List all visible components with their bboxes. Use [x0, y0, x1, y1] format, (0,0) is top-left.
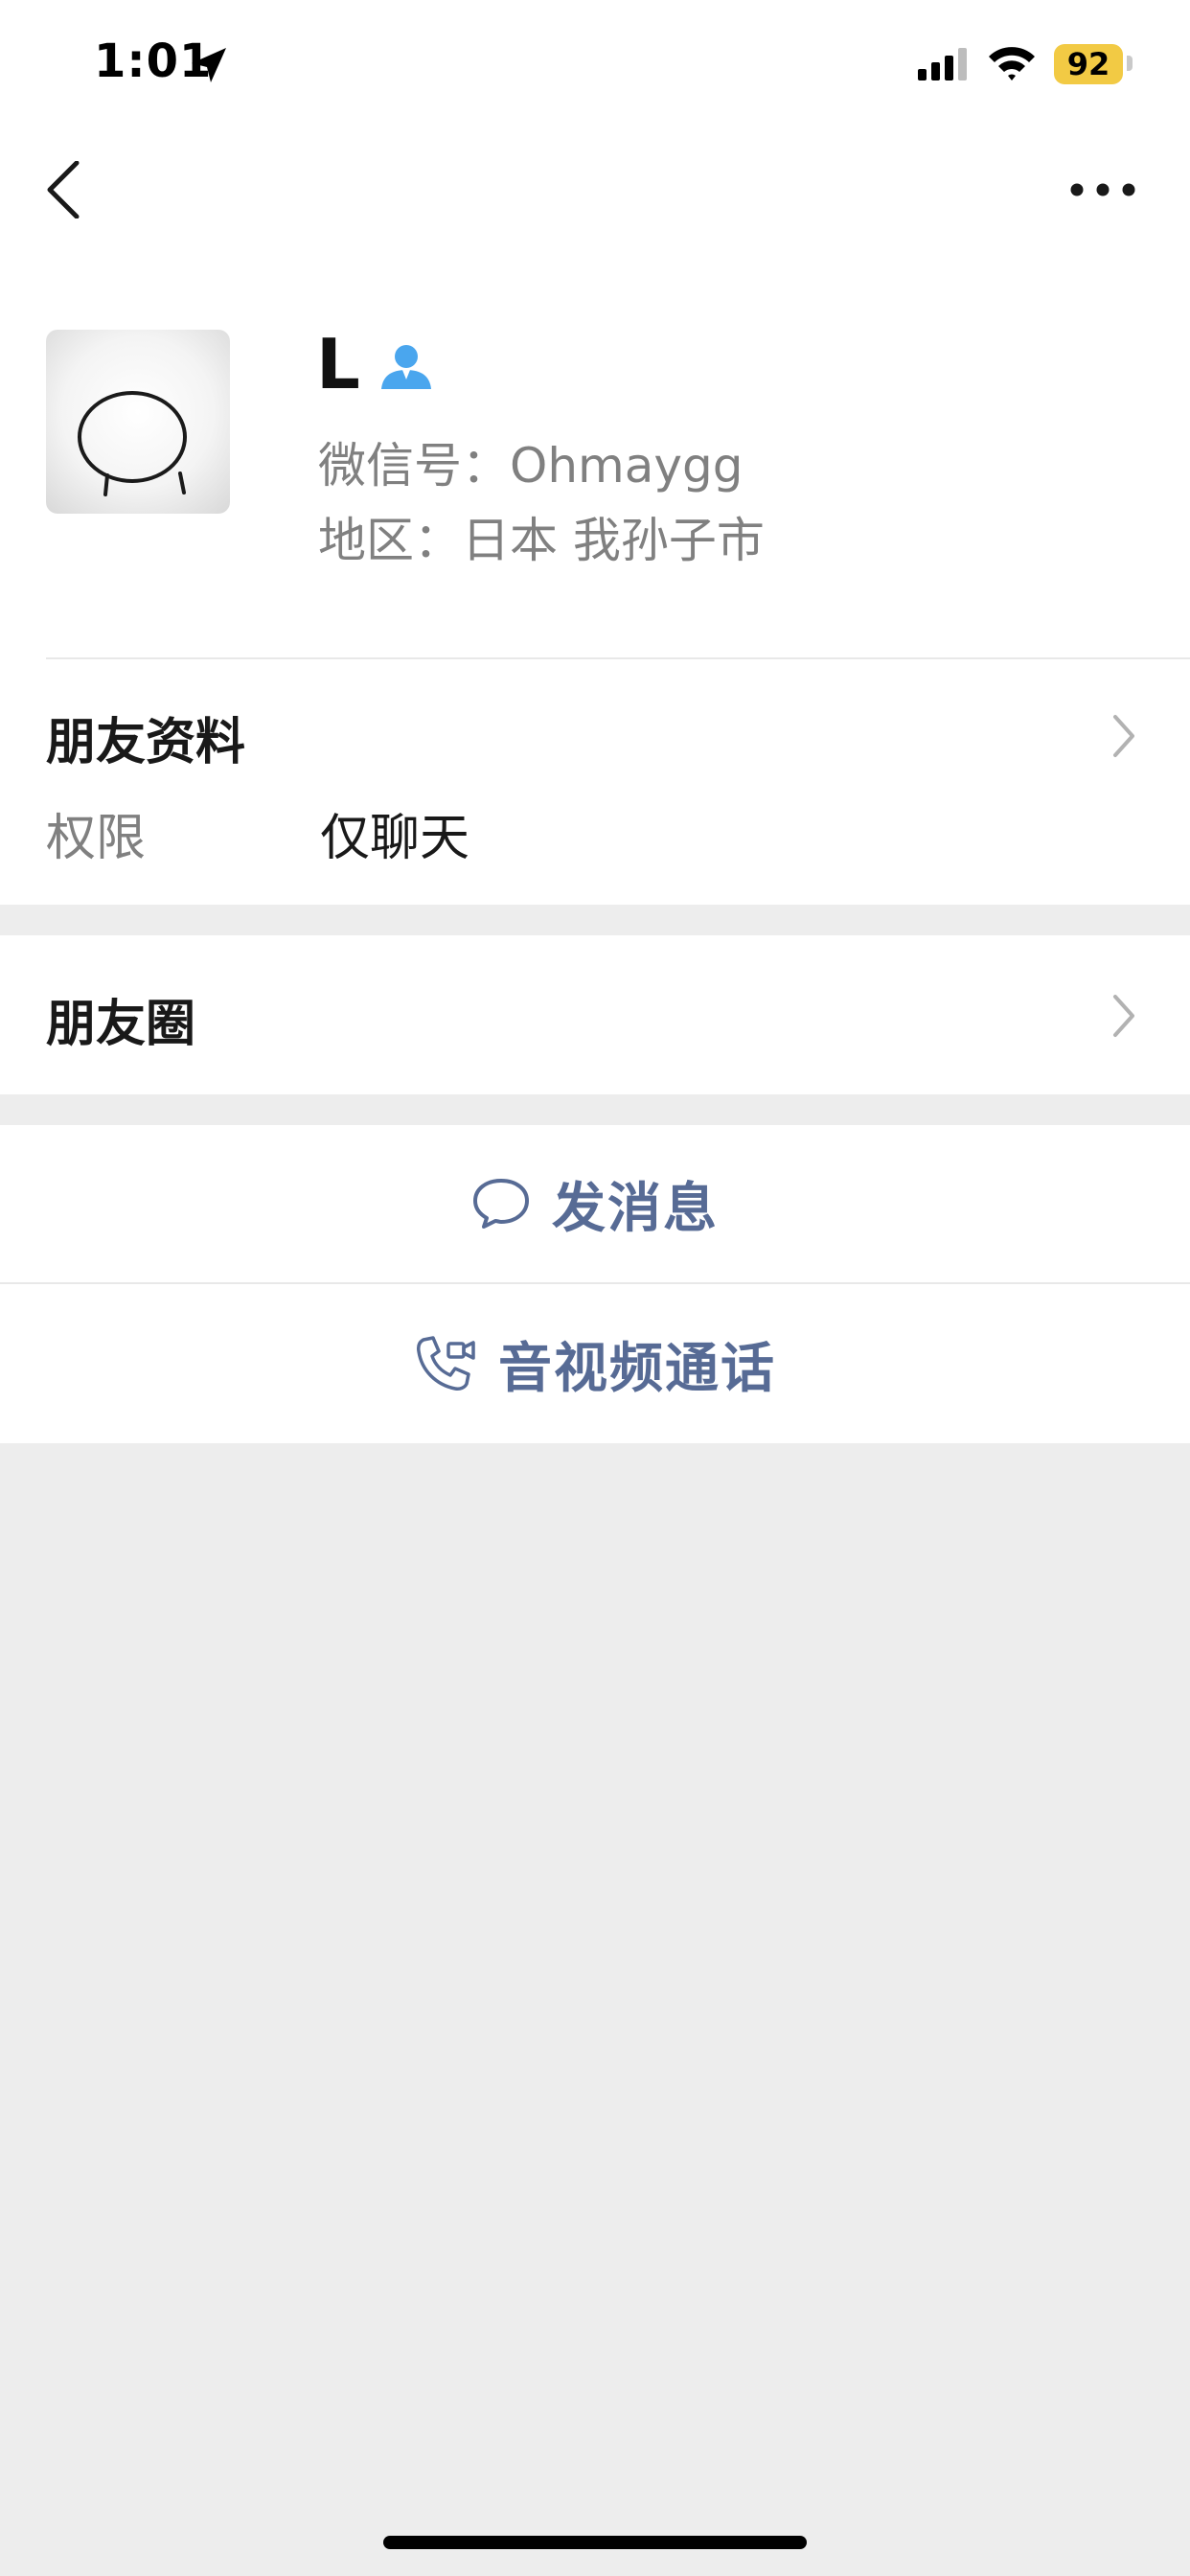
phone-video-icon [417, 1336, 475, 1391]
friend-info-title: 朋友资料 [46, 714, 246, 771]
chat-bubble-icon [473, 1179, 529, 1229]
wechat-id: 微信号：Ohmaygg [318, 438, 744, 494]
region: 地区：日本 我孙子市 [318, 513, 765, 568]
battery-cap [1127, 56, 1133, 71]
video-call-label: 音视频通话 [498, 1337, 776, 1400]
permission-label: 权限 [46, 810, 147, 867]
permission-value: 仅聊天 [320, 810, 470, 867]
moments-title: 朋友圈 [46, 996, 196, 1053]
profile-name: L [316, 324, 360, 404]
send-message-label: 发消息 [552, 1177, 719, 1240]
video-call-button[interactable]: 音视频通话 [0, 1284, 1190, 1443]
chevron-left-icon[interactable] [44, 161, 82, 218]
battery-indicator: 92 [1054, 44, 1123, 84]
more-dots-icon[interactable] [1069, 180, 1136, 199]
wifi-icon [989, 47, 1035, 80]
friend-info-row[interactable]: 朋友资料 [0, 659, 1190, 905]
contact-tag-icon [381, 345, 431, 389]
cellular-signal-icon [918, 48, 967, 80]
avatar[interactable] [46, 330, 230, 514]
home-indicator[interactable] [383, 2536, 807, 2549]
chevron-right-icon [1113, 715, 1134, 757]
send-message-button[interactable]: 发消息 [0, 1125, 1190, 1282]
avatar-doodle [78, 391, 187, 496]
moments-row[interactable]: 朋友圈 [0, 935, 1190, 1094]
chevron-right-icon [1113, 995, 1134, 1037]
status-bar: 1:01 92 [0, 0, 1190, 134]
location-arrow-icon [192, 48, 226, 82]
